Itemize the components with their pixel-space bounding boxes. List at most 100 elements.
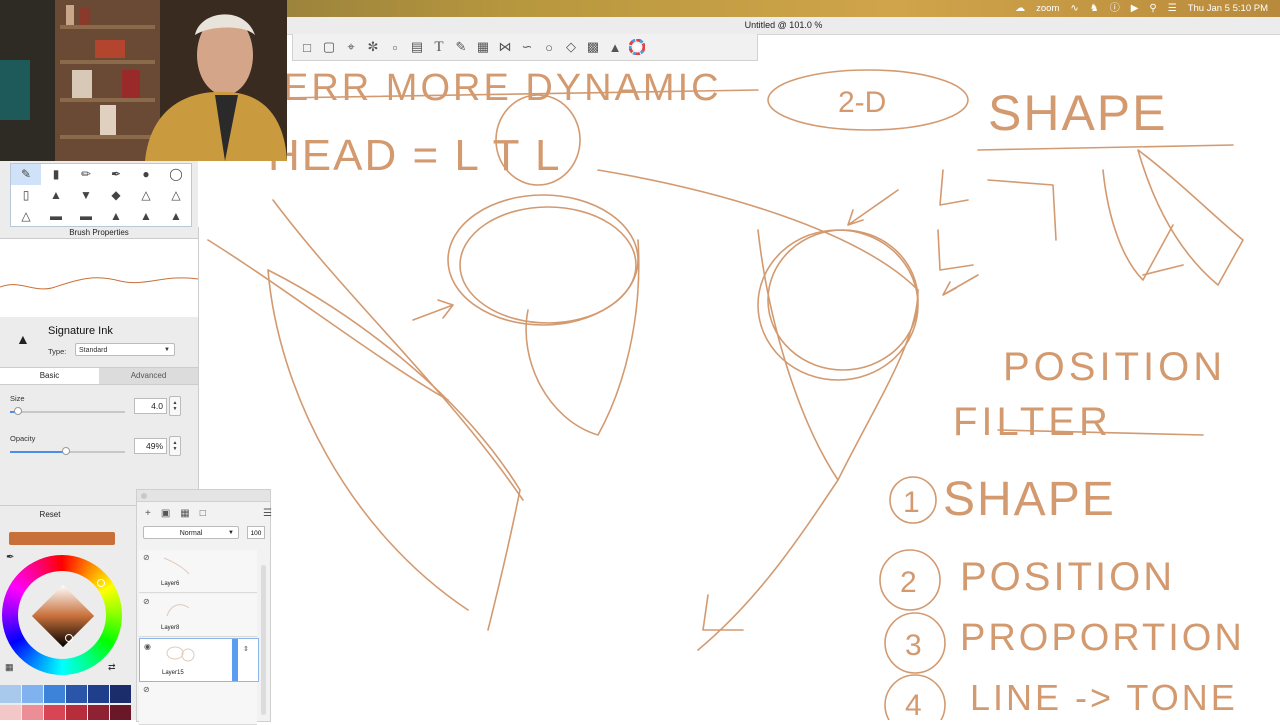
- brush-preset-nib[interactable]: ◆: [101, 185, 131, 206]
- rectangle-tool-icon[interactable]: ▫: [387, 38, 403, 56]
- camel-icon[interactable]: ♞: [1090, 0, 1099, 17]
- brush-preset-11[interactable]: ▲: [131, 205, 161, 226]
- fill-tool-icon[interactable]: ▤: [409, 38, 425, 56]
- size-value-field[interactable]: 4.0: [134, 398, 167, 414]
- brush-preset-ink[interactable]: ✒: [101, 164, 131, 185]
- image-layer-icon[interactable]: ▦: [180, 508, 189, 519]
- color-swatch[interactable]: [110, 705, 131, 720]
- reset-button[interactable]: Reset: [0, 510, 100, 519]
- perspective-tool-icon[interactable]: ▦: [475, 38, 491, 56]
- current-color-swatch[interactable]: [9, 532, 115, 545]
- brush-preset-7[interactable]: △: [11, 205, 41, 226]
- eyedropper-icon[interactable]: ✒: [6, 552, 14, 563]
- brush-preset-8[interactable]: ▬: [41, 205, 71, 226]
- eye-icon[interactable]: ◉: [144, 642, 151, 651]
- play-icon[interactable]: ▶: [1131, 0, 1139, 17]
- brush-type-select[interactable]: Standard ▼: [75, 343, 175, 356]
- add-layer-icon[interactable]: +: [145, 508, 151, 519]
- brush-preset-airbrush[interactable]: ●: [131, 164, 161, 185]
- color-swatch[interactable]: [44, 685, 65, 703]
- folder-icon[interactable]: ▣: [161, 508, 170, 519]
- brush-preset-12[interactable]: ▲: [161, 205, 191, 226]
- ellipse-tool-icon[interactable]: ○: [541, 38, 557, 56]
- size-stepper[interactable]: ▲ ▼: [169, 396, 181, 416]
- brush-preset-10[interactable]: ▲: [101, 205, 131, 226]
- transform-tool-icon[interactable]: □: [299, 38, 315, 56]
- color-swatch[interactable]: [88, 685, 109, 703]
- color-panel: ✒ ⇄ ▦: [0, 527, 136, 720]
- brush-tool-icon[interactable]: ▲: [607, 38, 623, 56]
- brush-preset-felt[interactable]: ▯: [11, 185, 41, 206]
- swap-colors-icon[interactable]: ⇄: [108, 662, 116, 673]
- color-swatch[interactable]: [22, 685, 43, 703]
- opacity-slider-handle[interactable]: [62, 447, 71, 455]
- blend-mode-select[interactable]: Normal ▼: [143, 526, 239, 539]
- color-diamond-handle[interactable]: [65, 634, 73, 642]
- info-icon[interactable]: ⓘ: [1110, 0, 1120, 17]
- layer-item[interactable]: ⊘: [139, 682, 257, 725]
- opacity-stepper[interactable]: ▲ ▼: [169, 436, 181, 456]
- color-swatch[interactable]: [66, 685, 87, 703]
- text-tool-icon[interactable]: T: [431, 38, 447, 56]
- sketch-l-shape-2: [937, 229, 974, 271]
- tab-basic[interactable]: Basic: [0, 368, 99, 384]
- brush-preset-signature[interactable]: △: [131, 185, 161, 206]
- hidden-eye-icon[interactable]: ⊘: [143, 685, 150, 694]
- menu-bar-clock[interactable]: Thu Jan 5 5:10 PM: [1188, 3, 1268, 14]
- search-icon[interactable]: ⚲: [1149, 0, 1156, 17]
- opacity-value-field[interactable]: 49%: [134, 438, 167, 454]
- layer-item[interactable]: ⊘ Layer8: [139, 594, 257, 637]
- stepper-down-icon[interactable]: ▼: [173, 446, 178, 452]
- drawing-canvas[interactable]: ERR MORE DYNAMIC HEAD = L T L 2-D SHAPE …: [198, 60, 1280, 720]
- brush-preset-marker[interactable]: ▮: [41, 164, 71, 185]
- color-swatch[interactable]: [110, 685, 131, 703]
- size-slider-handle[interactable]: [14, 407, 23, 415]
- symmetry-tool-icon[interactable]: ⋈: [497, 38, 513, 56]
- tab-advanced[interactable]: Advanced: [99, 368, 198, 384]
- color-mode-icon[interactable]: ▦: [5, 662, 14, 673]
- layers-scrollbar[interactable]: [261, 565, 266, 715]
- layer-item-selected[interactable]: ◉ Layer15: [139, 638, 259, 682]
- opacity-slider[interactable]: [10, 447, 125, 455]
- layers-tool-icon[interactable]: ▩: [585, 38, 601, 56]
- hidden-eye-icon[interactable]: ⊘: [143, 597, 150, 606]
- color-wheel-handle[interactable]: [97, 579, 105, 587]
- close-icon[interactable]: [141, 493, 147, 499]
- color-wheel-icon[interactable]: [629, 38, 645, 56]
- brush-preset-fine[interactable]: ▼: [71, 185, 101, 206]
- hidden-eye-icon[interactable]: ⊘: [143, 553, 150, 562]
- size-slider[interactable]: [10, 407, 125, 415]
- color-swatch[interactable]: [88, 705, 109, 720]
- color-value-diamond[interactable]: [31, 584, 95, 648]
- note-position-title: POSITION: [1003, 345, 1226, 389]
- brush-preset-blender[interactable]: ◯: [161, 164, 191, 185]
- zoom-label[interactable]: zoom: [1036, 3, 1059, 14]
- curve-tool-icon[interactable]: ∽: [519, 38, 535, 56]
- brush-preset-pen[interactable]: ✏: [71, 164, 101, 185]
- color-wheel[interactable]: [2, 555, 122, 675]
- menu-icon[interactable]: ☰: [263, 508, 272, 519]
- color-swatch[interactable]: [44, 705, 65, 720]
- color-swatch[interactable]: [0, 705, 21, 720]
- ruler-tool-icon[interactable]: ✎: [453, 38, 469, 56]
- brush-preset-9[interactable]: ▬: [71, 205, 101, 226]
- crop-tool-icon[interactable]: ⌖: [343, 38, 359, 56]
- brush-preset-pencil[interactable]: ✎: [11, 164, 41, 185]
- layer-opacity-field[interactable]: 100: [247, 526, 265, 539]
- layer-item[interactable]: ⊘ Layer6: [139, 550, 257, 593]
- color-swatch[interactable]: [66, 705, 87, 720]
- stepper-down-icon[interactable]: ▼: [173, 406, 178, 412]
- lasso-tool-icon[interactable]: ✼: [365, 38, 381, 56]
- wifi-icon[interactable]: ∿: [1070, 0, 1078, 17]
- marquee-tool-icon[interactable]: ▢: [321, 38, 337, 56]
- control-center-icon[interactable]: ☰: [1168, 0, 1177, 17]
- brush-preset-chisel[interactable]: ▲: [41, 185, 71, 206]
- trash-icon[interactable]: □: [200, 508, 206, 519]
- color-swatch[interactable]: [0, 685, 21, 703]
- color-swatch[interactable]: [22, 705, 43, 720]
- shape-tool-icon[interactable]: ◇: [563, 38, 579, 56]
- sketch-cone-top-right: [1137, 149, 1244, 286]
- layer-reorder-icon[interactable]: ⇕: [243, 645, 249, 653]
- creative-cloud-icon[interactable]: ☁: [1015, 0, 1025, 17]
- brush-preset-cone[interactable]: △: [161, 185, 191, 206]
